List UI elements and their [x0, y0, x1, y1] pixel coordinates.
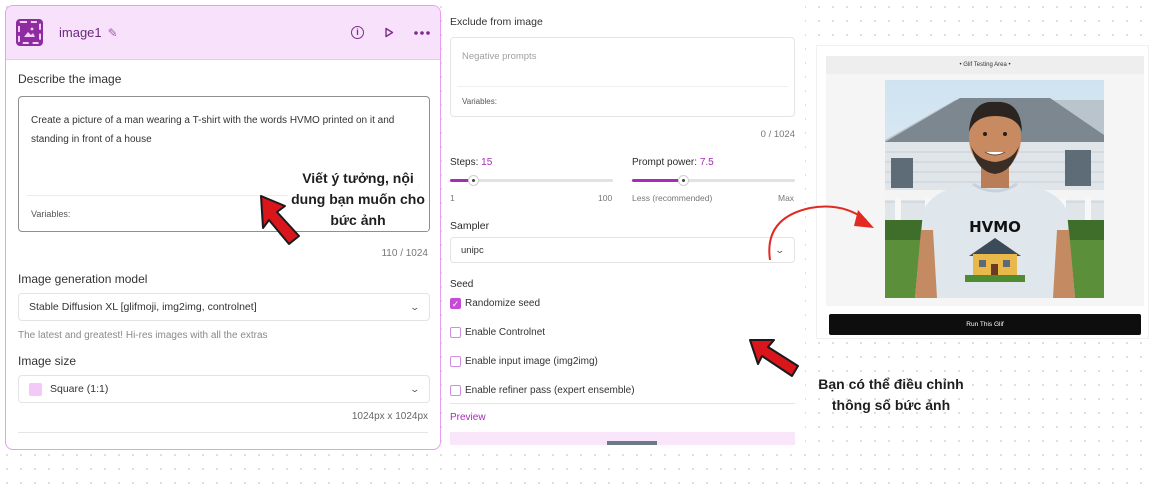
steps-slider-handle[interactable] [468, 175, 479, 186]
prompt-power-slider-fill [632, 179, 683, 182]
image-node-icon [16, 19, 43, 46]
divider [450, 403, 795, 404]
prompt-power-value: 7.5 [699, 157, 714, 168]
steps-value: 15 [481, 157, 493, 168]
prompt-power-slider[interactable] [632, 175, 795, 186]
controlnet-checkbox[interactable] [450, 327, 461, 338]
curved-arrow-icon [768, 205, 874, 261]
node-title[interactable]: image1 [59, 25, 102, 40]
seed-label: Seed [450, 279, 474, 290]
exclude-variables-label: Variables: [462, 97, 497, 106]
describe-char-counter: 110 / 1024 [381, 248, 428, 259]
randomize-seed-label: Randomize seed [465, 298, 541, 309]
steps-min: 1 [450, 193, 455, 203]
run-glif-button[interactable]: Run This Glif [829, 314, 1141, 335]
size-selected-value: Square (1:1) [50, 383, 109, 395]
negative-prompt-input[interactable]: Negative prompts Variables: [450, 37, 795, 117]
model-selected-value: Stable Diffusion XL [glifmoji, img2img, … [29, 301, 257, 313]
testing-area-title: • Glif Testing Area • [826, 56, 1144, 74]
pencil-icon[interactable]: ✎ [108, 26, 118, 40]
preview-canvas: HVMO [826, 74, 1144, 306]
steps-slider[interactable] [450, 175, 613, 186]
preview-thumbnail [607, 441, 657, 445]
prompt-power-label: Prompt power: 7.5 [632, 157, 714, 168]
info-icon[interactable]: i [351, 26, 364, 39]
steps-label: Steps: 15 [450, 157, 493, 168]
img2img-label: Enable input image (img2img) [465, 356, 598, 367]
describe-label: Describe the image [18, 72, 122, 86]
model-hint: The latest and greatest! Hi-res images w… [18, 330, 268, 341]
shirt-print-text: HVMO [969, 218, 1021, 236]
sampler-select[interactable]: unipc ⌄ [450, 237, 795, 263]
annotation-right: Bạn có thể điều chỉnh thông số bức ảnh [818, 376, 964, 413]
generated-image: HVMO [885, 80, 1104, 298]
exclude-char-counter: 0 / 1024 [760, 129, 795, 140]
divider [457, 86, 788, 87]
node-header: image1 ✎ i [6, 6, 440, 60]
sampler-label: Sampler [450, 220, 490, 232]
describe-variables-label: Variables: [31, 209, 71, 219]
prompt-power-min-label: Less (recommended) [632, 193, 713, 203]
refiner-checkbox[interactable] [450, 385, 461, 396]
size-select[interactable]: Square (1:1) ⌄ [18, 375, 430, 403]
negative-prompt-placeholder: Negative prompts [462, 51, 537, 62]
divider [18, 432, 428, 433]
chevron-down-icon: ⌄ [409, 301, 421, 312]
refiner-label: Enable refiner pass (expert ensemble) [465, 385, 635, 396]
aspect-swatch [29, 382, 42, 396]
prompt-power-slider-handle[interactable] [678, 175, 689, 186]
play-icon[interactable] [384, 27, 394, 38]
red-arrow-icon [749, 339, 799, 377]
image-icon [24, 27, 35, 37]
controlnet-label: Enable Controlnet [465, 327, 546, 338]
annotation-left: Viết ý tưởng, nội dung bạn muốn cho bức … [288, 168, 428, 231]
preview-area [450, 432, 795, 445]
img2img-checkbox[interactable] [450, 356, 461, 367]
steps-max: 100 [598, 193, 613, 203]
describe-prompt-text[interactable]: Create a picture of a man wearing a T-sh… [31, 111, 411, 149]
model-label: Image generation model [18, 272, 148, 286]
randomize-seed-checkbox[interactable]: ✓ [450, 298, 461, 309]
red-arrow-icon [260, 195, 300, 245]
preview-tab[interactable]: Preview [450, 412, 486, 423]
exclude-label: Exclude from image [450, 16, 543, 28]
size-label: Image size [18, 354, 77, 368]
model-select[interactable]: Stable Diffusion XL [glifmoji, img2img, … [18, 293, 430, 321]
sampler-selected-value: unipc [461, 244, 484, 256]
size-dimensions: 1024px x 1024px [351, 411, 428, 422]
more-icon[interactable] [414, 30, 430, 35]
chevron-down-icon: ⌄ [409, 383, 421, 394]
